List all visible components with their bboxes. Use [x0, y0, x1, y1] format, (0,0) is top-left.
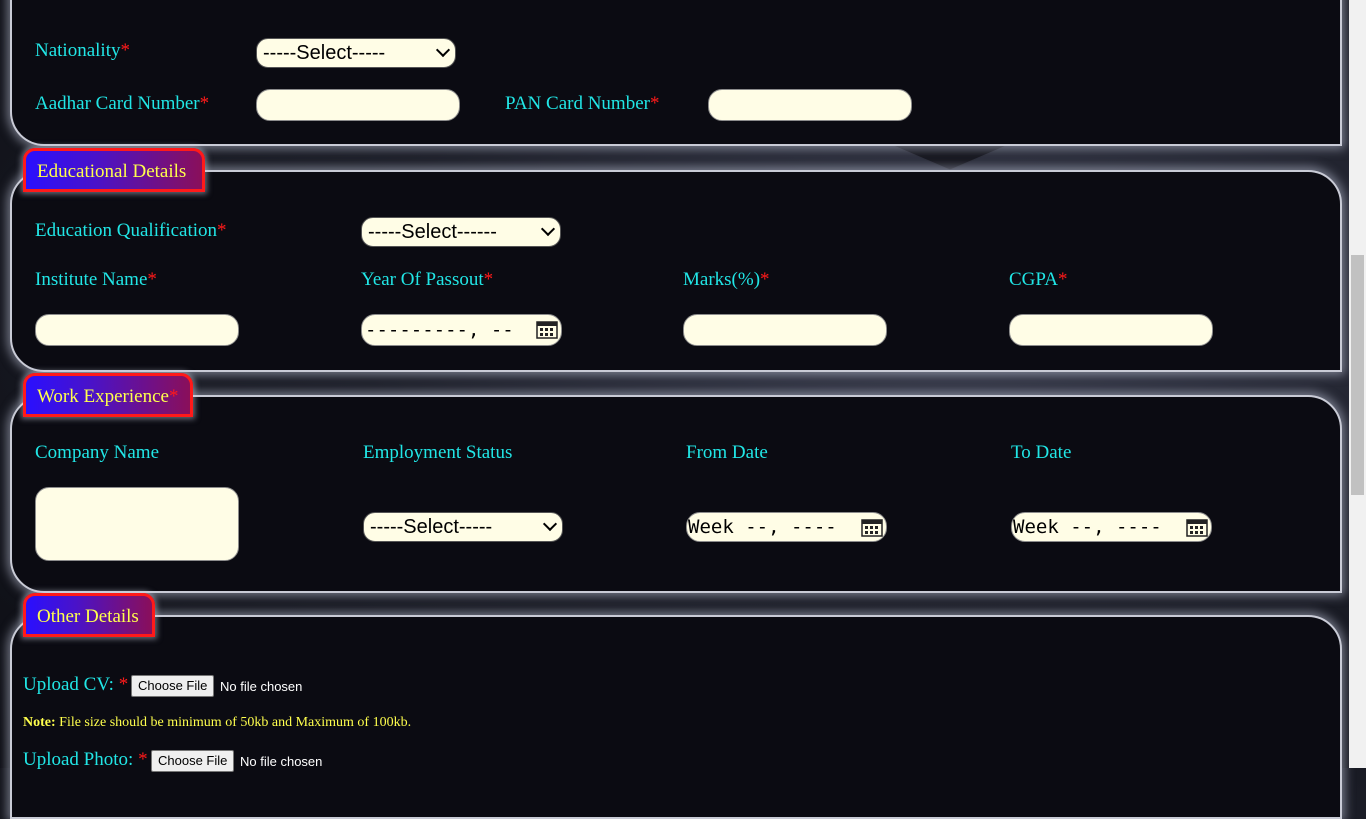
year-label: Year Of Passout* [361, 269, 494, 290]
upload-cv-label: Upload CV: * [23, 674, 129, 695]
employment-status-label: Employment Status [363, 442, 513, 463]
photo-file-status: No file chosen [240, 754, 323, 769]
calendar-icon[interactable] [861, 517, 883, 537]
company-textarea[interactable] [35, 487, 239, 561]
calendar-icon[interactable] [536, 319, 558, 339]
personal-details-panel [10, 0, 1342, 146]
cv-file-status: No file chosen [220, 679, 303, 694]
education-section-tag: Educational Details [23, 148, 205, 192]
to-date-input[interactable]: Week --, ---- [1011, 512, 1212, 542]
pan-label: PAN Card Number* [505, 93, 660, 114]
work-section-tag: Work Experience* [23, 373, 193, 417]
marks-label: Marks(%)* [683, 269, 770, 290]
chevron-down-icon [542, 516, 558, 532]
from-date-input[interactable]: Week --, ---- [686, 512, 887, 542]
scrollbar-thumb[interactable] [1351, 255, 1364, 495]
company-label: Company Name [35, 442, 160, 463]
vertical-scrollbar[interactable] [1349, 0, 1366, 768]
to-date-label: To Date [1011, 442, 1072, 463]
qualification-select[interactable]: -----Select------ [361, 217, 561, 247]
pan-input[interactable] [708, 89, 912, 121]
qualification-label: Education Qualification* [35, 220, 227, 241]
other-section-tag: Other Details [23, 593, 155, 637]
photo-choose-file-button[interactable]: Choose File [151, 750, 235, 772]
institute-label: Institute Name* [35, 269, 157, 290]
employment-status-select[interactable]: -----Select----- [363, 512, 563, 542]
marks-input[interactable] [683, 314, 887, 346]
calendar-icon[interactable] [1186, 517, 1208, 537]
aadhar-input[interactable] [256, 89, 460, 121]
nationality-select[interactable]: -----Select----- [256, 38, 456, 68]
institute-input[interactable] [35, 314, 239, 346]
chevron-down-icon [540, 221, 556, 237]
cgpa-label: CGPA* [1009, 269, 1068, 290]
year-month-input[interactable]: ---------, -- [361, 314, 562, 346]
from-date-label: From Date [686, 442, 768, 463]
nationality-label: Nationality* [35, 40, 130, 61]
file-size-note: Note: File size should be minimum of 50k… [23, 715, 412, 730]
aadhar-label: Aadhar Card Number* [35, 93, 210, 114]
chevron-down-icon [435, 42, 451, 58]
cv-choose-file-button[interactable]: Choose File [131, 675, 215, 697]
cgpa-input[interactable] [1009, 314, 1213, 346]
